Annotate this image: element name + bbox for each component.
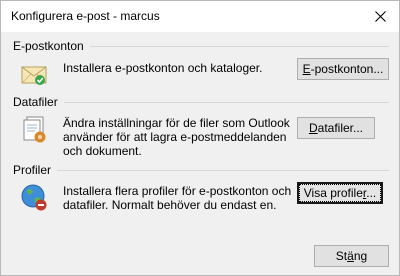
mail-setup-dialog: Konfigurera e-post - marcus E-postkonton… — [0, 0, 400, 276]
data-files-button[interactable]: Datafiler... — [297, 117, 375, 139]
section-divider — [57, 170, 389, 171]
close-icon — [374, 11, 386, 22]
section-divider — [63, 102, 389, 103]
email-accounts-button[interactable]: E-postkonton... — [297, 58, 389, 80]
email-accounts-section-header: E-postkonton — [13, 39, 389, 53]
email-accounts-heading: E-postkonton — [13, 39, 84, 53]
data-files-heading: Datafiler — [13, 95, 58, 109]
close-window-button[interactable] — [365, 2, 395, 31]
data-files-button-label: Datafiler... — [308, 121, 364, 135]
email-accounts-description: Installera e-postkonton och kataloger. — [63, 61, 263, 75]
profiles-section-header: Profiler — [13, 163, 389, 177]
close-button-label: Stäng — [335, 249, 368, 263]
data-files-description: Ändra inställningar för de filer som Out… — [63, 116, 290, 158]
data-files-icon — [18, 113, 50, 145]
show-profiles-button-label: Visa profiler... — [298, 184, 382, 202]
profiles-heading: Profiler — [13, 163, 52, 177]
profiles-description: Installera flera profiler för e-postkont… — [63, 184, 292, 212]
window-title: Konfigurera e-post - marcus — [11, 9, 160, 23]
profiles-globe-icon — [18, 181, 50, 213]
close-button[interactable]: Stäng — [314, 245, 389, 267]
section-divider — [89, 46, 389, 47]
data-files-section-header: Datafiler — [13, 95, 389, 109]
email-accounts-button-label: E-postkonton... — [302, 62, 384, 76]
show-profiles-button[interactable]: Visa profiler... — [297, 182, 383, 204]
title-bar: Konfigurera e-post - marcus — [1, 1, 399, 32]
mail-accounts-icon — [18, 57, 50, 89]
